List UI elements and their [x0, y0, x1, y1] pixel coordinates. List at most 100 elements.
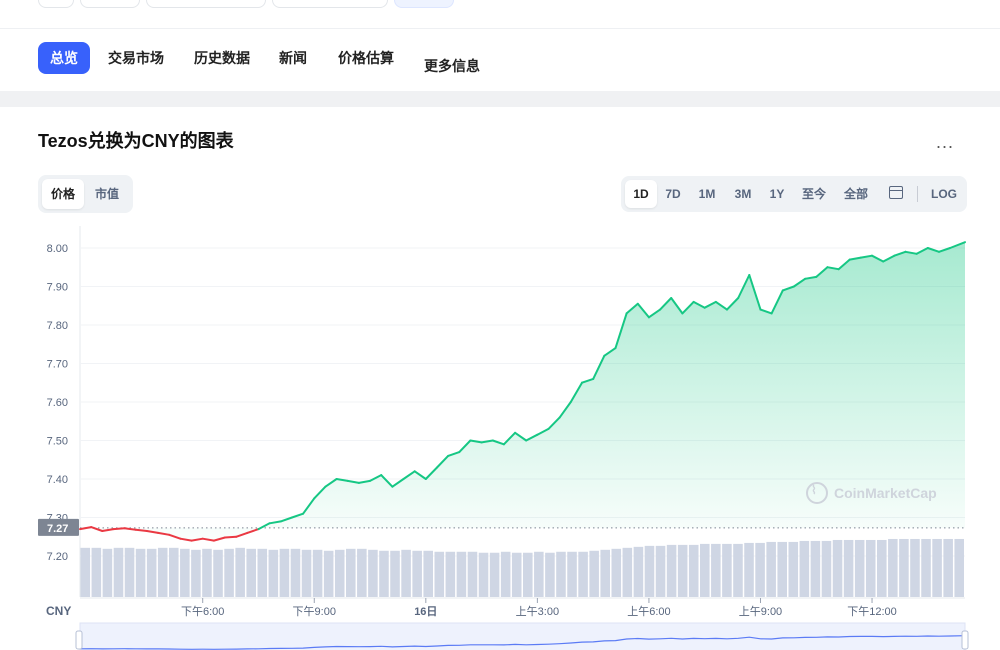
volume-bar	[445, 551, 456, 597]
top-pill[interactable]	[146, 0, 266, 8]
volume-bar	[567, 551, 577, 597]
current-price-label: 7.27	[47, 523, 68, 535]
top-pill[interactable]	[38, 0, 74, 8]
top-pill[interactable]	[394, 0, 454, 8]
volume-bar	[323, 550, 334, 597]
calendar-icon[interactable]	[889, 186, 903, 199]
volume-bar	[910, 538, 920, 597]
volume-bar	[854, 539, 865, 597]
volume-bar	[169, 547, 179, 597]
range-log[interactable]: LOG	[925, 180, 963, 208]
volume-bar	[268, 549, 279, 597]
volume-bar	[899, 538, 909, 597]
volume-bar	[124, 547, 135, 597]
range-all[interactable]: 全部	[839, 180, 873, 208]
volume-bar	[202, 548, 212, 597]
y-tick-label: 7.90	[47, 282, 68, 294]
toggle-price[interactable]: 价格	[42, 179, 84, 209]
volume-bar	[722, 543, 732, 597]
volume-bar	[666, 544, 677, 597]
y-tick-label: 7.40	[47, 474, 68, 486]
price-chart[interactable]: 8.007.907.807.707.607.507.407.307.20 下午6…	[0, 225, 1000, 650]
tab-markets[interactable]: 交易市场	[108, 48, 164, 68]
volume-bar	[600, 549, 610, 597]
section-divider	[0, 91, 1000, 107]
volume-bar	[843, 539, 854, 597]
range-1d[interactable]: 1D	[625, 180, 657, 208]
volume-bar	[799, 540, 810, 597]
top-pill[interactable]	[272, 0, 388, 8]
x-tick-label: 上午6:00	[627, 605, 670, 618]
volume-bar	[821, 540, 832, 597]
volume-bar	[788, 541, 799, 597]
tab-more-info[interactable]: 更多信息	[424, 56, 480, 76]
range-ytd[interactable]: 至今	[797, 180, 831, 208]
tab-overview[interactable]: 总览	[38, 42, 90, 74]
tab-news[interactable]: 新闻	[279, 48, 307, 68]
volume-bar	[777, 541, 787, 597]
volume-bar	[368, 549, 378, 597]
range-3m[interactable]: 3M	[727, 180, 759, 208]
volume-bar	[379, 550, 389, 597]
volume-bar	[832, 539, 843, 597]
y-tick-label: 7.60	[47, 397, 68, 409]
volume-bar	[467, 551, 478, 597]
volume-bars	[80, 538, 964, 597]
volume-bar	[257, 548, 268, 597]
navigator-handle-left	[75, 630, 83, 650]
volume-bar	[943, 538, 953, 597]
range-1y[interactable]: 1Y	[762, 180, 792, 208]
volume-bar	[478, 552, 489, 597]
volume-bar	[456, 551, 467, 597]
volume-bar	[113, 547, 124, 597]
range-1m[interactable]: 1M	[691, 180, 723, 208]
tab-historical-data[interactable]: 历史数据	[194, 48, 250, 68]
volume-bar	[91, 547, 102, 597]
volume-bar	[545, 552, 555, 597]
volume-bar	[290, 548, 301, 597]
section-tabs: 总览 交易市场 历史数据 新闻 价格估算 更多信息	[0, 28, 1000, 90]
volume-bar	[534, 551, 544, 597]
volume-bar	[312, 549, 323, 597]
x-axis: 下午6:00 下午9:00 16日 上午3:00 上午6:00 上午9:00 下午12:00	[80, 597, 965, 618]
volume-bar	[135, 548, 146, 597]
volume-bar	[954, 538, 964, 597]
volume-bar	[865, 539, 876, 597]
volume-bar	[611, 548, 622, 597]
volume-bar	[810, 540, 821, 597]
more-options-icon[interactable]: ...	[936, 132, 954, 153]
tab-price-estimate[interactable]: 价格估算	[338, 48, 394, 68]
x-tick-label: 16日	[414, 605, 437, 618]
volume-bar	[423, 550, 433, 597]
volume-bar	[921, 538, 931, 597]
time-range-selector: 1D 7D 1M 3M 1Y 至今 全部 LOG	[621, 176, 967, 212]
volume-bar	[932, 538, 942, 597]
x-tick-label: 上午9:00	[739, 605, 782, 618]
volume-bar	[700, 543, 710, 597]
volume-bar	[589, 550, 599, 597]
toggle-market-cap[interactable]: 市值	[86, 179, 128, 209]
y-tick-label: 7.70	[47, 359, 68, 371]
volume-bar	[357, 548, 367, 597]
chart-title: Tezos兑换为CNY的图表	[38, 131, 234, 151]
volume-bar	[888, 538, 898, 597]
volume-bar	[146, 548, 157, 597]
range-navigator[interactable]	[75, 622, 969, 650]
volume-bar	[102, 548, 113, 597]
volume-bar	[235, 547, 245, 597]
volume-bar	[279, 548, 290, 597]
volume-bar	[224, 548, 234, 597]
price-line-segment	[112, 527, 126, 531]
price-line-segment	[79, 526, 93, 531]
volume-bar	[644, 545, 655, 597]
x-tick-label: 下午6:00	[181, 605, 224, 618]
price-marketcap-toggle: 价格 市值	[38, 175, 133, 213]
top-pill[interactable]	[80, 0, 140, 8]
volume-bar	[733, 543, 743, 597]
range-7d[interactable]: 7D	[659, 180, 687, 208]
volume-bar	[500, 551, 511, 597]
top-toolbar	[0, 0, 1000, 29]
y-tick-label: 7.50	[47, 436, 68, 448]
volume-bar	[744, 542, 754, 597]
x-tick-label: 上午3:00	[516, 605, 559, 618]
